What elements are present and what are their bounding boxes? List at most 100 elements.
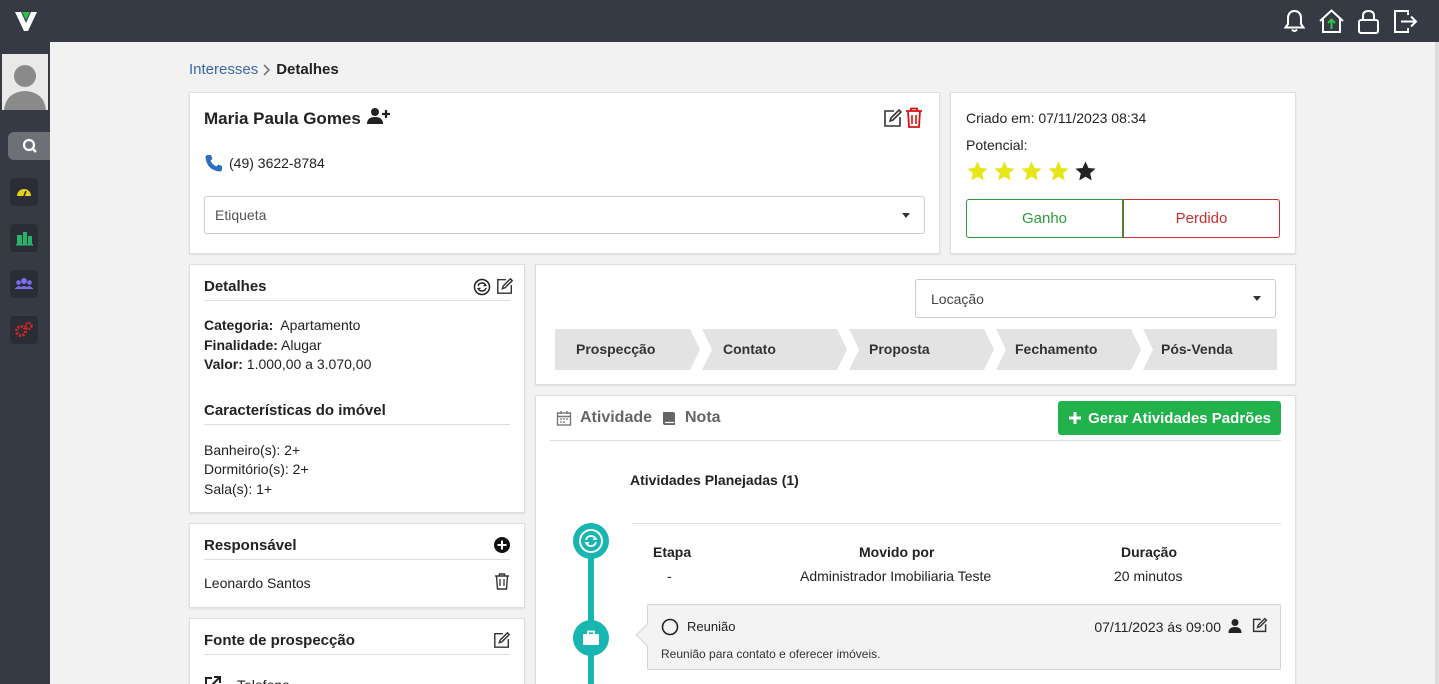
contact-phone[interactable]: (49) 3622-8784 bbox=[204, 153, 325, 173]
funnel-stage-label[interactable]: Pós-Venda bbox=[1161, 341, 1233, 357]
category-label: Categoria: bbox=[204, 317, 274, 333]
caret-down-icon bbox=[902, 213, 910, 218]
divider bbox=[204, 300, 510, 301]
generate-button-label: Gerar Atividades Padrões bbox=[1088, 409, 1271, 427]
add-user-icon[interactable] bbox=[366, 107, 390, 125]
chevron-right-icon bbox=[263, 63, 271, 76]
book-icon bbox=[663, 412, 675, 425]
responsible-card: Responsável Leonardo Santos bbox=[189, 523, 525, 608]
feature-item: Dormitório(s): 2+ bbox=[204, 461, 309, 477]
buildings-icon bbox=[16, 232, 33, 246]
sidebar-item-properties[interactable] bbox=[10, 224, 38, 252]
stage-value: - bbox=[667, 568, 672, 584]
divider bbox=[204, 424, 510, 425]
created-date: Criado em: 07/11/2023 08:34 bbox=[966, 110, 1147, 126]
potential-rating[interactable] bbox=[966, 160, 1097, 183]
detail-category: Categoria: Apartamento bbox=[204, 315, 360, 335]
source-card: Fonte de prospecção Telefone bbox=[189, 618, 525, 684]
activity-item[interactable]: Reunião 07/11/2023 ás 09:00 Reunião para… bbox=[635, 604, 1281, 670]
bell-icon[interactable] bbox=[1281, 8, 1308, 35]
activity-card: Atividade Nota Gerar Atividades Padrões … bbox=[535, 395, 1296, 684]
feature-item: Sala(s): 1+ bbox=[204, 481, 273, 497]
sidebar-item-dashboard[interactable] bbox=[10, 178, 38, 206]
circle-checkbox-icon[interactable] bbox=[661, 618, 679, 636]
logout-icon[interactable] bbox=[1392, 8, 1419, 35]
feature-item: Banheiro(s): 2+ bbox=[204, 442, 301, 458]
column-header-moved-by: Movido por bbox=[859, 544, 935, 560]
tab-note[interactable]: Nota bbox=[661, 409, 721, 427]
edit-source-icon[interactable] bbox=[493, 631, 511, 649]
won-button[interactable]: Ganho bbox=[966, 199, 1123, 238]
timeline-activity-node bbox=[573, 620, 609, 656]
activity-item-pointer bbox=[635, 623, 659, 647]
star-icon[interactable] bbox=[1020, 160, 1043, 183]
funnel-stage-label[interactable]: Proposta bbox=[869, 341, 930, 357]
tab-activity-label: Atividade bbox=[580, 409, 653, 426]
value-label: Valor: bbox=[204, 356, 243, 372]
sidebar-item-settings[interactable] bbox=[10, 316, 38, 344]
caret-down-icon bbox=[1253, 296, 1261, 301]
star-icon[interactable] bbox=[966, 160, 989, 183]
column-header-stage: Etapa bbox=[653, 544, 692, 560]
responsible-title: Responsável bbox=[204, 537, 297, 554]
page-scrollbar[interactable] bbox=[1435, 42, 1439, 684]
sync-circle-icon bbox=[579, 529, 603, 553]
edit-activity-icon[interactable] bbox=[1252, 617, 1268, 633]
briefcase-icon bbox=[583, 630, 599, 645]
star-icon[interactable] bbox=[993, 160, 1016, 183]
breadcrumb-link-interesses[interactable]: Interesses bbox=[189, 61, 258, 78]
contact-name: Maria Paula Gomes bbox=[204, 109, 361, 128]
user-icon[interactable] bbox=[1228, 618, 1242, 634]
gauge-icon bbox=[17, 189, 31, 197]
tag-select[interactable]: Etiqueta bbox=[204, 196, 925, 234]
calendar-icon bbox=[556, 411, 572, 426]
divider bbox=[550, 440, 1281, 441]
lost-button[interactable]: Perdido bbox=[1123, 199, 1280, 238]
category-value: Apartamento bbox=[280, 317, 361, 333]
funnel-select[interactable]: Locação bbox=[915, 279, 1276, 318]
star-icon[interactable] bbox=[1074, 160, 1097, 183]
source-value: Telefone bbox=[237, 675, 290, 684]
star-icon[interactable] bbox=[1047, 160, 1070, 183]
trash-icon[interactable] bbox=[493, 572, 511, 590]
responsible-name: Leonardo Santos bbox=[204, 575, 311, 591]
funnel-stage-label[interactable]: Fechamento bbox=[1015, 341, 1097, 357]
detail-value: Valor: 1.000,00 a 3.070,00 bbox=[204, 354, 371, 374]
tag-select-placeholder: Etiqueta bbox=[215, 207, 267, 223]
sync-icon[interactable] bbox=[473, 278, 491, 296]
edit-details-icon[interactable] bbox=[496, 277, 514, 295]
app-logo[interactable] bbox=[13, 8, 39, 34]
source-title: Fonte de prospecção bbox=[204, 632, 355, 649]
add-circle-icon[interactable] bbox=[493, 536, 511, 554]
funnel-stage-label[interactable]: Contato bbox=[723, 341, 776, 357]
home-upload-icon[interactable] bbox=[1318, 8, 1345, 35]
tab-activity[interactable]: Atividade bbox=[556, 409, 652, 427]
funnel-select-value: Locação bbox=[931, 291, 984, 307]
tab-note-label: Nota bbox=[685, 409, 721, 426]
moved-by-value: Administrador Imobiliaria Teste bbox=[800, 568, 992, 584]
delete-contact-icon[interactable] bbox=[905, 107, 923, 128]
avatar[interactable] bbox=[2, 54, 48, 110]
purpose-label: Finalidade: bbox=[204, 337, 278, 353]
users-icon bbox=[14, 278, 34, 289]
lock-icon[interactable] bbox=[1355, 8, 1382, 35]
potential-label: Potencial: bbox=[966, 137, 1028, 153]
phone-icon bbox=[205, 155, 222, 172]
details-card: Detalhes Categoria: Apartamento Finalida… bbox=[189, 264, 525, 513]
gears-icon bbox=[15, 321, 33, 337]
breadcrumb: Interesses Detalhes bbox=[189, 61, 339, 78]
activity-item-datetime: 07/11/2023 ás 09:00 bbox=[1094, 619, 1221, 635]
detail-purpose: Finalidade: Alugar bbox=[204, 335, 322, 355]
external-link-icon bbox=[205, 676, 221, 684]
lead-status-card: Criado em: 07/11/2023 08:34 Potencial: G… bbox=[950, 92, 1296, 254]
funnel-stage-label[interactable]: Prospecção bbox=[576, 341, 655, 357]
divider bbox=[632, 523, 1281, 524]
purpose-value: Alugar bbox=[281, 337, 322, 353]
edit-contact-icon[interactable] bbox=[883, 108, 903, 128]
sidebar-item-clients[interactable] bbox=[10, 270, 38, 298]
planned-activities-title: Atividades Planejadas (1) bbox=[630, 472, 799, 488]
divider bbox=[204, 654, 510, 655]
sidebar-search-button[interactable] bbox=[8, 132, 50, 160]
activity-item-description: Reunião para contato e oferecer imóveis. bbox=[661, 647, 881, 661]
generate-default-activities-button[interactable]: Gerar Atividades Padrões bbox=[1058, 401, 1281, 435]
